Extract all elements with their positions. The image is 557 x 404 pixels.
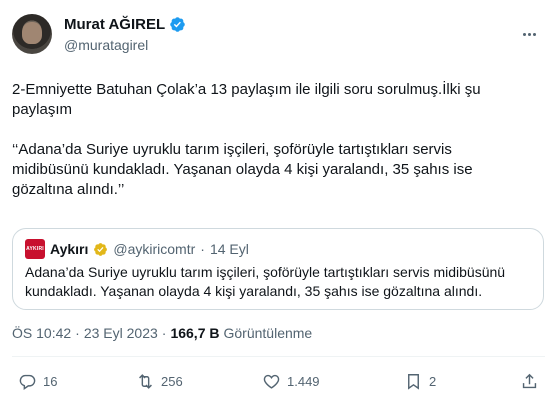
share-icon bbox=[522, 373, 537, 389]
separator-dot: · bbox=[75, 325, 80, 341]
heart-icon bbox=[263, 374, 280, 389]
gold-verified-badge-icon bbox=[94, 242, 108, 256]
quoted-avatar: AYKIRI bbox=[25, 239, 45, 259]
more-options-icon[interactable] bbox=[519, 24, 539, 44]
quoted-tweet[interactable]: AYKIRI Aykırı @aykiricomtr · 14 Eyl Adan… bbox=[12, 228, 544, 310]
author-name-row: Murat AĞIREL bbox=[64, 16, 186, 33]
quoted-author-name: Aykırı bbox=[50, 241, 89, 257]
author-handle[interactable]: @muratagirel bbox=[64, 37, 148, 53]
quoted-tweet-text: Adana’da Suriye uyruklu tarım işçileri, … bbox=[25, 264, 506, 299]
action-bar: 16 256 1.449 2 bbox=[12, 364, 545, 400]
bookmark-icon bbox=[408, 374, 419, 390]
tweet-header: Murat AĞIREL @muratagirel bbox=[12, 14, 545, 62]
divider bbox=[12, 356, 545, 357]
verified-badge-icon bbox=[170, 17, 185, 32]
retweet-button[interactable]: 256 bbox=[136, 372, 183, 391]
view-label: Görüntülenme bbox=[223, 325, 313, 341]
like-button[interactable]: 1.449 bbox=[262, 372, 320, 391]
author-name[interactable]: Murat AĞIREL bbox=[64, 16, 165, 33]
quoted-tweet-header: AYKIRI Aykırı @aykiricomtr · 14 Eyl bbox=[25, 239, 249, 259]
reply-count: 16 bbox=[43, 374, 58, 389]
like-count: 1.449 bbox=[287, 374, 320, 389]
share-button[interactable] bbox=[520, 372, 539, 391]
tweet-text: 2-Emniyette Batuhan Çolak’a 13 paylaşım … bbox=[12, 81, 481, 198]
quoted-author-handle: @aykiricomtr bbox=[113, 241, 196, 257]
separator-dot: · bbox=[200, 241, 205, 257]
retweet-count: 256 bbox=[161, 374, 183, 389]
quoted-date: 14 Eyl bbox=[209, 241, 249, 257]
tweet-date[interactable]: 23 Eyl 2023 bbox=[84, 325, 158, 341]
avatar[interactable] bbox=[12, 14, 52, 54]
separator-dot: · bbox=[161, 325, 167, 341]
retweet-icon bbox=[139, 374, 152, 389]
view-count: 166,7 B bbox=[170, 325, 220, 341]
tweet-meta: ÖS 10:42 · 23 Eyl 2023 · 166,7 B Görüntü… bbox=[12, 325, 312, 341]
tweet-time[interactable]: ÖS 10:42 bbox=[12, 325, 71, 341]
reply-icon bbox=[19, 374, 36, 390]
bookmark-count: 2 bbox=[429, 374, 437, 389]
reply-button[interactable]: 16 bbox=[18, 372, 57, 391]
bookmark-button[interactable]: 2 bbox=[404, 372, 436, 391]
